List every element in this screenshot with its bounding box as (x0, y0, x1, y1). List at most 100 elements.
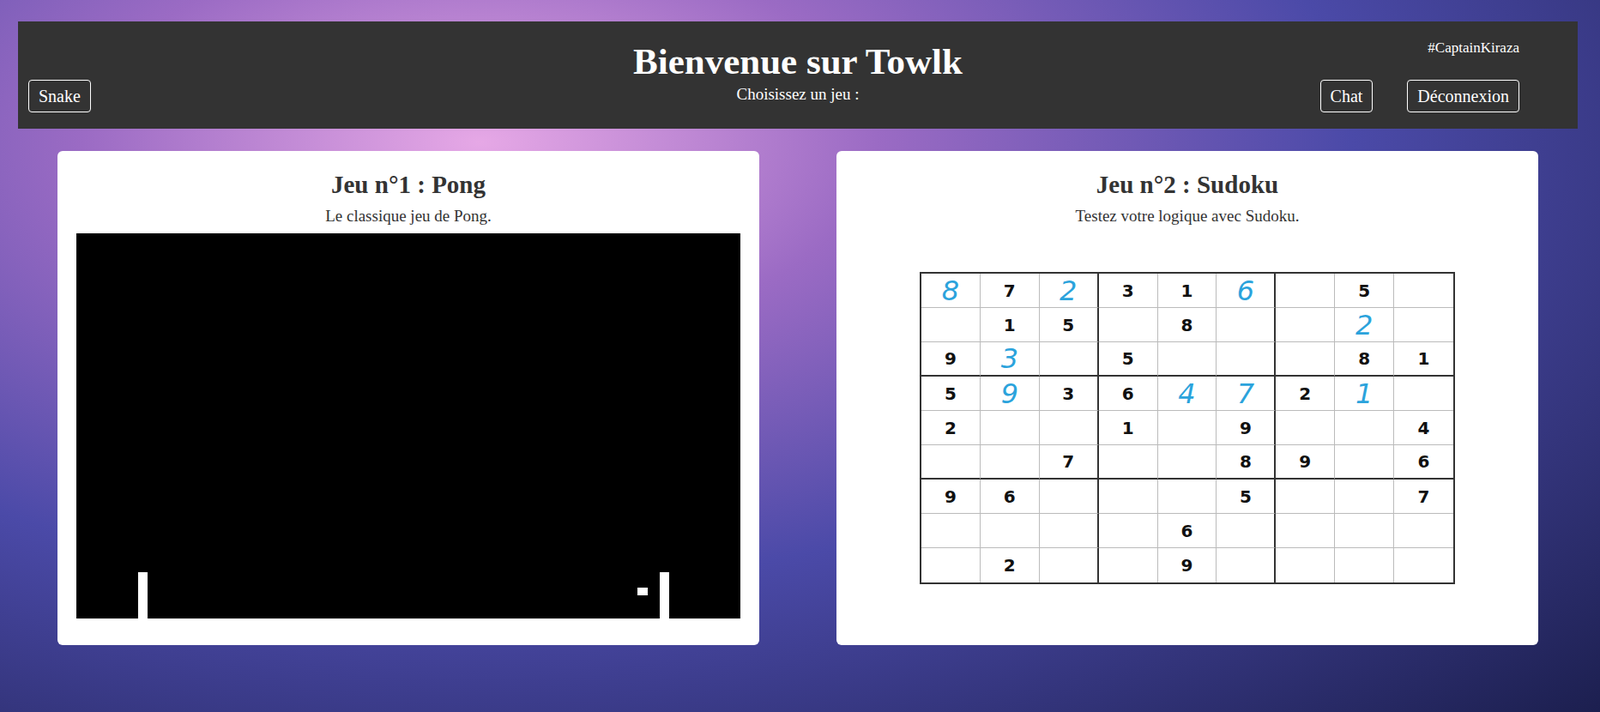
sudoku-cell[interactable] (1334, 410, 1395, 446)
sudoku-cell[interactable] (1275, 513, 1335, 549)
sudoku-cell[interactable]: 2 (921, 410, 981, 446)
pong-ball (637, 587, 648, 596)
sudoku-cell[interactable]: 5 (1216, 479, 1276, 514)
sudoku-cell[interactable]: 3 (980, 342, 1040, 377)
sudoku-cell[interactable] (1039, 342, 1099, 377)
sudoku-cell[interactable] (1394, 513, 1454, 549)
sudoku-cell[interactable]: 6 (1216, 273, 1276, 308)
sudoku-grid[interactable]: 872316515829358159364721219478969657629 (919, 271, 1456, 585)
header: Snake Bienvenue sur TowlkChoisissez un je… (18, 21, 1578, 129)
sudoku-cell[interactable] (1394, 548, 1454, 583)
header-button[interactable]: Déconnexion (1406, 79, 1520, 113)
game-title: Jeu n°1 : Pong (76, 169, 741, 200)
sudoku-cell[interactable]: 9 (921, 342, 981, 377)
sudoku-cell[interactable]: 1 (1394, 342, 1454, 377)
sudoku-cell[interactable]: 3 (1098, 273, 1159, 308)
pong-canvas[interactable] (76, 233, 741, 619)
sudoku-cell[interactable] (921, 548, 981, 583)
sudoku-cell[interactable] (1158, 410, 1218, 446)
sudoku-cell[interactable] (1039, 513, 1099, 549)
sudoku-cell[interactable] (1275, 410, 1335, 446)
game-description: Testez votre logique avec Sudoku. (855, 206, 1520, 226)
sudoku-cell[interactable]: 5 (1098, 342, 1159, 377)
sudoku-cell[interactable] (1275, 479, 1335, 514)
sudoku-cell[interactable] (1394, 376, 1454, 411)
sudoku-cell[interactable]: 9 (1158, 548, 1218, 583)
sudoku-cell[interactable]: 5 (921, 376, 981, 411)
sudoku-cell[interactable] (1275, 548, 1335, 583)
sudoku-cell[interactable] (1098, 479, 1159, 514)
sudoku-cell[interactable] (1098, 548, 1159, 583)
sudoku-cell[interactable] (1275, 342, 1335, 377)
sudoku-cell[interactable]: 8 (1334, 342, 1395, 377)
sudoku-cell[interactable] (1216, 307, 1276, 343)
sudoku-cell[interactable] (1275, 273, 1335, 308)
sudoku-cell[interactable]: 9 (980, 376, 1040, 411)
sudoku-cell[interactable]: 9 (921, 479, 981, 514)
sudoku-cell[interactable] (921, 307, 981, 343)
sudoku-cell[interactable]: 5 (1334, 273, 1395, 308)
sudoku-cell[interactable]: 1 (1158, 273, 1218, 308)
sudoku-cell[interactable]: 8 (1216, 445, 1276, 480)
sudoku-cell[interactable] (1394, 307, 1454, 343)
sudoku-cell[interactable]: 8 (921, 273, 981, 308)
sudoku-cell[interactable] (1334, 513, 1395, 549)
sudoku-cell[interactable]: 7 (1039, 445, 1099, 480)
sudoku-cell[interactable] (1216, 548, 1276, 583)
sudoku-cell[interactable]: 2 (1039, 273, 1099, 308)
sudoku-cell[interactable]: 4 (1158, 376, 1218, 411)
header-button[interactable]: Snake (28, 79, 91, 113)
sudoku-cell[interactable] (980, 513, 1040, 549)
sudoku-cell[interactable]: 1 (1098, 410, 1159, 446)
sudoku-cell[interactable]: 3 (1039, 376, 1099, 411)
sudoku-cell[interactable]: 8 (1158, 307, 1218, 343)
sudoku-cell[interactable]: 7 (1394, 479, 1454, 514)
sudoku-cell[interactable]: 6 (1158, 513, 1218, 549)
sudoku-cell[interactable] (1334, 548, 1395, 583)
sudoku-cell[interactable]: 1 (1334, 376, 1395, 411)
sudoku-cell[interactable] (1275, 307, 1335, 343)
sudoku-cell[interactable]: 7 (1216, 376, 1276, 411)
right-paddle (659, 572, 670, 619)
sudoku-cell[interactable] (1098, 445, 1159, 480)
site-subtitle: Choisissez un jeu : (736, 84, 859, 104)
game-card: Jeu n°1 : Pong Le classique jeu de Pong. (57, 150, 760, 646)
sudoku-cell[interactable] (980, 445, 1040, 480)
sudoku-cell[interactable]: 6 (1394, 445, 1454, 480)
sudoku-cell[interactable]: 5 (1039, 307, 1099, 343)
sudoku-cell[interactable]: 1 (980, 307, 1040, 343)
sudoku-cell[interactable]: 6 (980, 479, 1040, 514)
sudoku-cell[interactable]: 9 (1275, 445, 1335, 480)
site-title: Bienvenue sur Towlk (633, 38, 963, 85)
sudoku-cell[interactable]: 4 (1394, 410, 1454, 446)
sudoku-cell[interactable]: 2 (980, 548, 1040, 583)
sudoku-cell[interactable] (921, 445, 981, 480)
page: Snake Bienvenue sur TowlkChoisissez un je… (0, 0, 1600, 712)
sudoku-cell[interactable] (1039, 479, 1099, 514)
sudoku-cell[interactable] (1039, 410, 1099, 446)
sudoku-cell[interactable] (1158, 479, 1218, 514)
sudoku-cell[interactable] (1334, 445, 1395, 480)
sudoku-cell[interactable] (1394, 273, 1454, 308)
game-title: Jeu n°2 : Sudoku (855, 169, 1520, 200)
sudoku-cell[interactable] (1216, 513, 1276, 549)
games-row: Jeu n°1 : PongLe classique jeu de Pong.J… (0, 150, 1600, 646)
sudoku-cell[interactable] (1039, 548, 1099, 583)
sudoku-cell[interactable] (1216, 342, 1276, 377)
left-paddle (138, 572, 148, 619)
sudoku-cell[interactable] (1334, 479, 1395, 514)
sudoku-cell[interactable] (980, 410, 1040, 446)
sudoku-cell[interactable]: 2 (1275, 376, 1335, 411)
game-card: Jeu n°2 : Sudoku Testez votre logique ave… (836, 150, 1539, 646)
sudoku-cell[interactable] (921, 513, 981, 549)
sudoku-cell[interactable]: 7 (980, 273, 1040, 308)
header-button[interactable]: Chat (1320, 79, 1374, 113)
sudoku-cell[interactable] (1158, 445, 1218, 480)
game-description: Le classique jeu de Pong. (76, 206, 741, 226)
sudoku-cell[interactable]: 6 (1098, 376, 1159, 411)
sudoku-cell[interactable] (1098, 513, 1159, 549)
sudoku-cell[interactable]: 9 (1216, 410, 1276, 446)
sudoku-cell[interactable] (1158, 342, 1218, 377)
sudoku-cell[interactable]: 2 (1334, 307, 1395, 343)
sudoku-cell[interactable] (1098, 307, 1159, 343)
